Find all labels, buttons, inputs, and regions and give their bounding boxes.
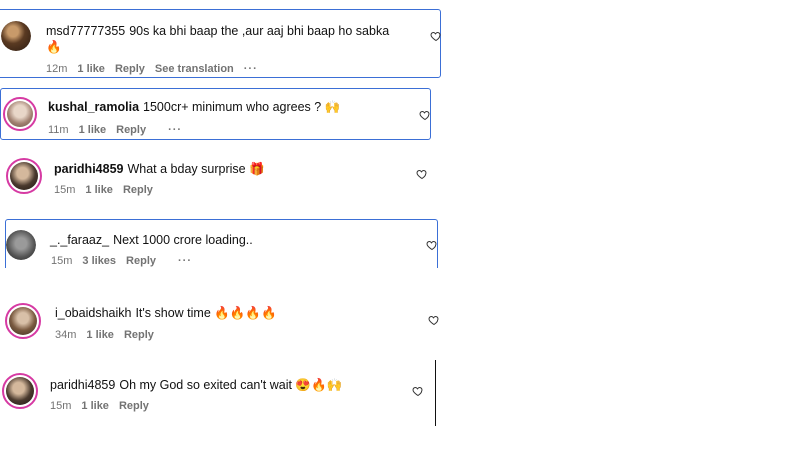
reply-button[interactable]: Reply bbox=[126, 255, 156, 267]
comment-item: kushal_ramolia 1500cr+ minimum who agrees… bbox=[0, 88, 431, 140]
comment-text: _._faraaz_ Next 1000 crore loading.. bbox=[50, 232, 390, 248]
like-count[interactable]: 3 likes bbox=[82, 255, 116, 267]
heart-icon[interactable] bbox=[412, 385, 424, 397]
like-count[interactable]: 1 like bbox=[85, 184, 113, 196]
divider bbox=[435, 360, 436, 426]
like-count[interactable]: 1 like bbox=[79, 124, 107, 136]
heart-icon[interactable] bbox=[430, 30, 442, 42]
comment-meta: 15m 1 like Reply bbox=[54, 184, 153, 196]
comment-meta: 11m 1 like Reply ··· bbox=[48, 124, 182, 136]
comment-body: It's show time 🔥🔥🔥🔥 bbox=[135, 306, 277, 320]
more-options-icon[interactable]: ··· bbox=[168, 124, 182, 136]
comment-body: Next 1000 crore loading.. bbox=[113, 233, 253, 247]
comment-time: 15m bbox=[51, 255, 73, 267]
comment-meta: 15m 1 like Reply bbox=[50, 400, 149, 412]
comment-time: 15m bbox=[54, 184, 76, 196]
avatar[interactable] bbox=[5, 303, 41, 339]
comment-body: Oh my God so exited can't wait 😍🔥🙌 bbox=[119, 378, 343, 392]
like-count[interactable]: 1 like bbox=[81, 400, 109, 412]
heart-icon[interactable] bbox=[419, 109, 431, 121]
comment-text: i_obaidshaikh It's show time 🔥🔥🔥🔥 bbox=[55, 305, 385, 321]
comment-item: msd77777355 90s ka bhi baap the ,aur aaj … bbox=[0, 9, 441, 78]
reply-button[interactable]: Reply bbox=[115, 63, 145, 75]
heart-icon[interactable] bbox=[416, 168, 428, 180]
reply-button[interactable]: Reply bbox=[123, 184, 153, 196]
avatar[interactable] bbox=[6, 230, 36, 260]
comment-item: i_obaidshaikh It's show time 🔥🔥🔥🔥 34m 1 l… bbox=[0, 295, 440, 350]
comment-username[interactable]: msd77777355 bbox=[46, 24, 125, 38]
more-options-icon[interactable]: ··· bbox=[244, 63, 258, 75]
comment-item: paridhi4859 What a bday surprise 🎁 15m 1 … bbox=[0, 150, 440, 206]
avatar[interactable] bbox=[2, 373, 38, 409]
see-translation-button[interactable]: See translation bbox=[155, 63, 234, 75]
comment-item: _._faraaz_ Next 1000 crore loading.. 15m … bbox=[5, 219, 438, 268]
comment-meta: 15m 3 likes Reply ··· bbox=[51, 255, 192, 267]
comment-time: 12m bbox=[46, 63, 68, 75]
avatar[interactable] bbox=[1, 21, 31, 51]
heart-icon[interactable] bbox=[426, 239, 438, 251]
comment-username[interactable]: _._faraaz_ bbox=[50, 233, 109, 247]
like-count[interactable]: 1 like bbox=[77, 63, 105, 75]
comment-meta: 34m 1 like Reply bbox=[55, 329, 154, 341]
like-count[interactable]: 1 like bbox=[86, 329, 114, 341]
reply-button[interactable]: Reply bbox=[124, 329, 154, 341]
comment-body: 1500cr+ minimum who agrees ? 🙌 bbox=[143, 100, 341, 114]
comment-meta: 12m 1 like Reply See translation ··· bbox=[46, 63, 258, 75]
comment-text: kushal_ramolia 1500cr+ minimum who agrees… bbox=[48, 99, 388, 115]
comment-body: What a bday surprise 🎁 bbox=[127, 162, 265, 176]
reply-button[interactable]: Reply bbox=[116, 124, 146, 136]
comment-time: 34m bbox=[55, 329, 77, 341]
comment-text: paridhi4859 What a bday surprise 🎁 bbox=[54, 161, 384, 177]
comment-username[interactable]: paridhi4859 bbox=[50, 378, 115, 392]
comment-time: 11m bbox=[48, 124, 69, 136]
comment-time: 15m bbox=[50, 400, 72, 412]
heart-icon[interactable] bbox=[428, 314, 440, 326]
avatar[interactable] bbox=[6, 158, 42, 194]
comment-username[interactable]: kushal_ramolia bbox=[48, 100, 139, 114]
more-options-icon[interactable]: ··· bbox=[178, 255, 192, 267]
comment-text: paridhi4859 Oh my God so exited can't wai… bbox=[50, 377, 390, 393]
avatar[interactable] bbox=[3, 97, 37, 131]
comment-username[interactable]: i_obaidshaikh bbox=[55, 306, 131, 320]
comment-item: paridhi4859 Oh my God so exited can't wai… bbox=[0, 367, 440, 422]
comment-text: msd77777355 90s ka bhi baap the ,aur aaj … bbox=[46, 23, 401, 55]
reply-button[interactable]: Reply bbox=[119, 400, 149, 412]
comment-username[interactable]: paridhi4859 bbox=[54, 162, 123, 176]
